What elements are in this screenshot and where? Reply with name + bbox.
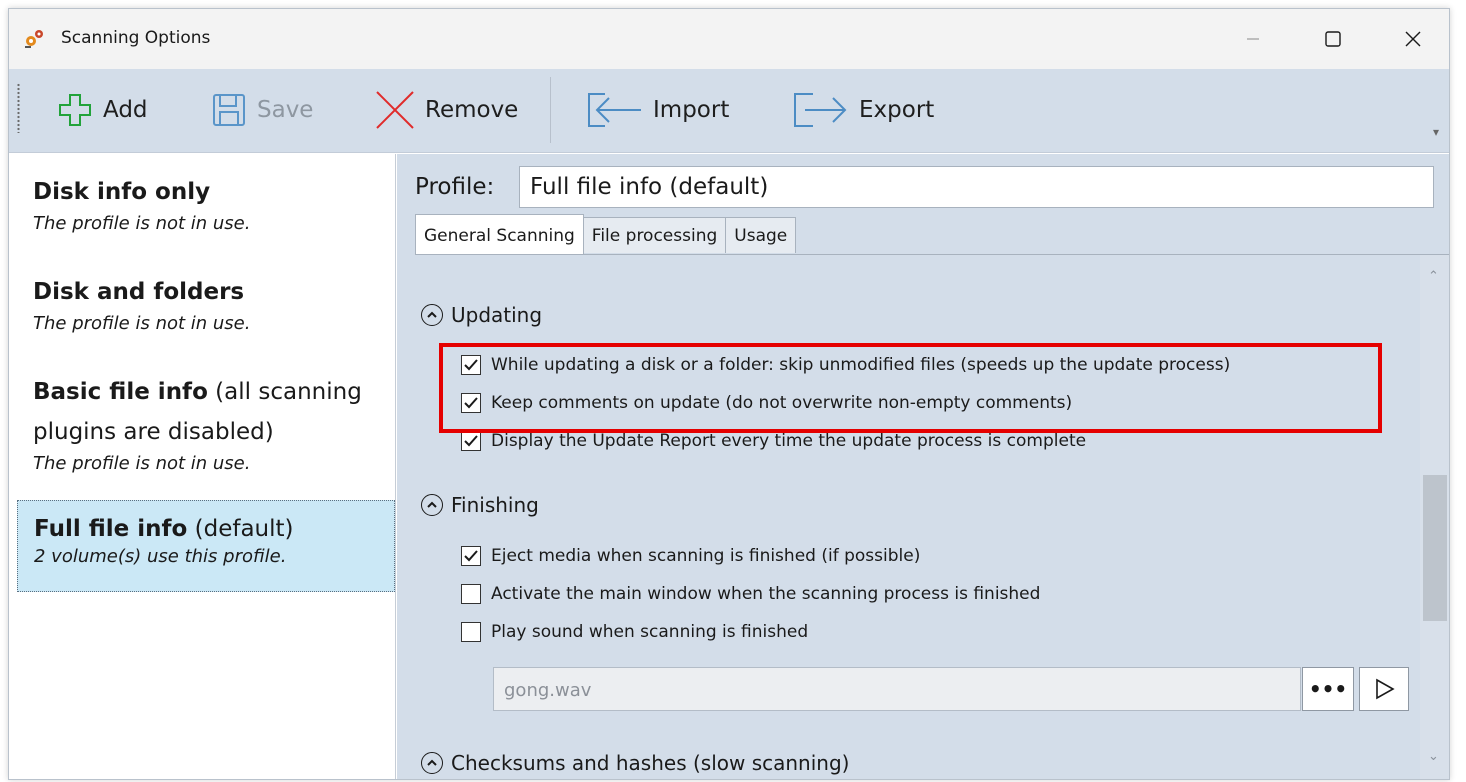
- option-activate-main-window[interactable]: Activate the main window when the scanni…: [461, 584, 1040, 604]
- profile-details: Profile: General Scanning File processin…: [397, 154, 1449, 779]
- section-updating: Updating: [421, 303, 542, 327]
- vertical-scrollbar[interactable]: ⌃ ⌄: [1420, 255, 1449, 779]
- toolbar: Add Save Remove Import Export ▾: [9, 69, 1449, 153]
- general-scanning-content: Updating While updating a disk or a fold…: [415, 255, 1449, 779]
- checkmark-icon: [464, 435, 478, 447]
- tab-strip: General Scanning File processing Usage: [415, 214, 797, 255]
- collapse-updating-button[interactable]: [421, 304, 443, 326]
- import-label: Import: [653, 97, 730, 123]
- minimize-button[interactable]: [1221, 9, 1285, 69]
- profile-item-basic-file-info[interactable]: Basic file info (all scanning plugins ar…: [17, 372, 395, 476]
- maximize-button[interactable]: [1301, 9, 1365, 69]
- save-icon: [213, 94, 245, 126]
- profile-item-disk-and-folders[interactable]: Disk and folders The profile is not in u…: [17, 272, 395, 336]
- minimize-icon: [1247, 38, 1259, 40]
- option-eject-media[interactable]: Eject media when scanning is finished (i…: [461, 546, 920, 566]
- section-checksums: Checksums and hashes (slow scanning): [421, 751, 849, 775]
- profile-status: The profile is not in use.: [33, 453, 251, 474]
- option-label: Display the Update Report every time the…: [491, 431, 1087, 451]
- ellipsis-icon: •••: [1308, 677, 1348, 701]
- checkbox[interactable]: [461, 546, 481, 566]
- profile-item-disk-info-only[interactable]: Disk info only The profile is not in use…: [17, 172, 395, 236]
- browse-sound-button[interactable]: •••: [1302, 667, 1354, 711]
- profile-name: Basic file info: [33, 379, 208, 405]
- remove-button[interactable]: Remove: [373, 79, 518, 141]
- profile-status: 2 volume(s) use this profile.: [34, 546, 287, 567]
- profile-list: Disk info only The profile is not in use…: [9, 154, 396, 779]
- app-scan-icon: [25, 30, 43, 48]
- scanning-options-window: Scanning Options Add Save Remove Import …: [8, 8, 1450, 780]
- profile-item-full-file-info[interactable]: Full file info (default) 2 volume(s) use…: [17, 500, 395, 592]
- play-icon: [1376, 678, 1395, 700]
- option-display-update-report[interactable]: Display the Update Report every time the…: [461, 431, 1086, 451]
- section-title: Finishing: [451, 493, 539, 517]
- close-icon: [1405, 31, 1421, 47]
- play-sound-button[interactable]: [1359, 667, 1409, 711]
- title-bar: Scanning Options: [9, 9, 1449, 69]
- checkbox[interactable]: [461, 622, 481, 642]
- scroll-thumb[interactable]: [1423, 475, 1447, 621]
- sound-file-input[interactable]: gong.wav: [493, 667, 1301, 711]
- profile-name: Full file info: [34, 516, 188, 542]
- add-label: Add: [103, 97, 148, 123]
- chevron-up-icon: [427, 759, 437, 766]
- window-title: Scanning Options: [61, 28, 211, 48]
- collapse-finishing-button[interactable]: [421, 494, 443, 516]
- add-icon: [59, 94, 91, 126]
- toolbar-grip[interactable]: [17, 83, 20, 133]
- red-highlight-box: [439, 343, 1382, 433]
- section-title: Updating: [451, 303, 543, 327]
- maximize-icon: [1325, 31, 1341, 47]
- option-label: Play sound when scanning is finished: [491, 622, 809, 642]
- save-label: Save: [257, 97, 314, 123]
- profile-status: The profile is not in use.: [33, 313, 251, 334]
- profile-name: Disk and folders: [33, 279, 245, 305]
- tab-usage[interactable]: Usage: [725, 217, 797, 253]
- option-label: Eject media when scanning is finished (i…: [491, 546, 921, 566]
- profile-status: The profile is not in use.: [33, 213, 251, 234]
- toolbar-overflow-icon[interactable]: ▾: [1433, 125, 1439, 139]
- tab-general-scanning[interactable]: General Scanning: [415, 214, 584, 254]
- export-label: Export: [859, 97, 935, 123]
- checkbox[interactable]: [461, 431, 481, 451]
- scroll-down-icon[interactable]: ⌄: [1428, 749, 1439, 764]
- import-icon: [588, 93, 641, 127]
- tab-file-processing[interactable]: File processing: [582, 217, 727, 253]
- option-label: Activate the main window when the scanni…: [491, 584, 1041, 604]
- remove-icon: [376, 91, 414, 129]
- add-button[interactable]: Add: [55, 79, 148, 141]
- section-finishing: Finishing: [421, 493, 539, 517]
- profile-name-suffix: (default): [187, 516, 294, 542]
- option-play-sound[interactable]: Play sound when scanning is finished: [461, 622, 808, 642]
- section-title: Checksums and hashes (slow scanning): [451, 751, 850, 775]
- collapse-checksums-button[interactable]: [421, 752, 443, 774]
- profile-label: Profile:: [415, 174, 495, 200]
- export-icon: [794, 93, 847, 127]
- checkmark-icon: [464, 550, 478, 562]
- remove-label: Remove: [425, 97, 519, 123]
- checkbox[interactable]: [461, 584, 481, 604]
- profile-name-input[interactable]: [519, 166, 1434, 208]
- profile-name: Disk info only: [33, 179, 211, 205]
- toolbar-separator: [550, 77, 551, 143]
- export-button[interactable]: Export: [791, 79, 934, 141]
- chevron-up-icon: [427, 311, 437, 318]
- save-button[interactable]: Save: [209, 79, 313, 141]
- scroll-up-icon[interactable]: ⌃: [1428, 269, 1439, 284]
- chevron-up-icon: [427, 501, 437, 508]
- import-button[interactable]: Import: [585, 79, 729, 141]
- close-button[interactable]: [1381, 9, 1445, 69]
